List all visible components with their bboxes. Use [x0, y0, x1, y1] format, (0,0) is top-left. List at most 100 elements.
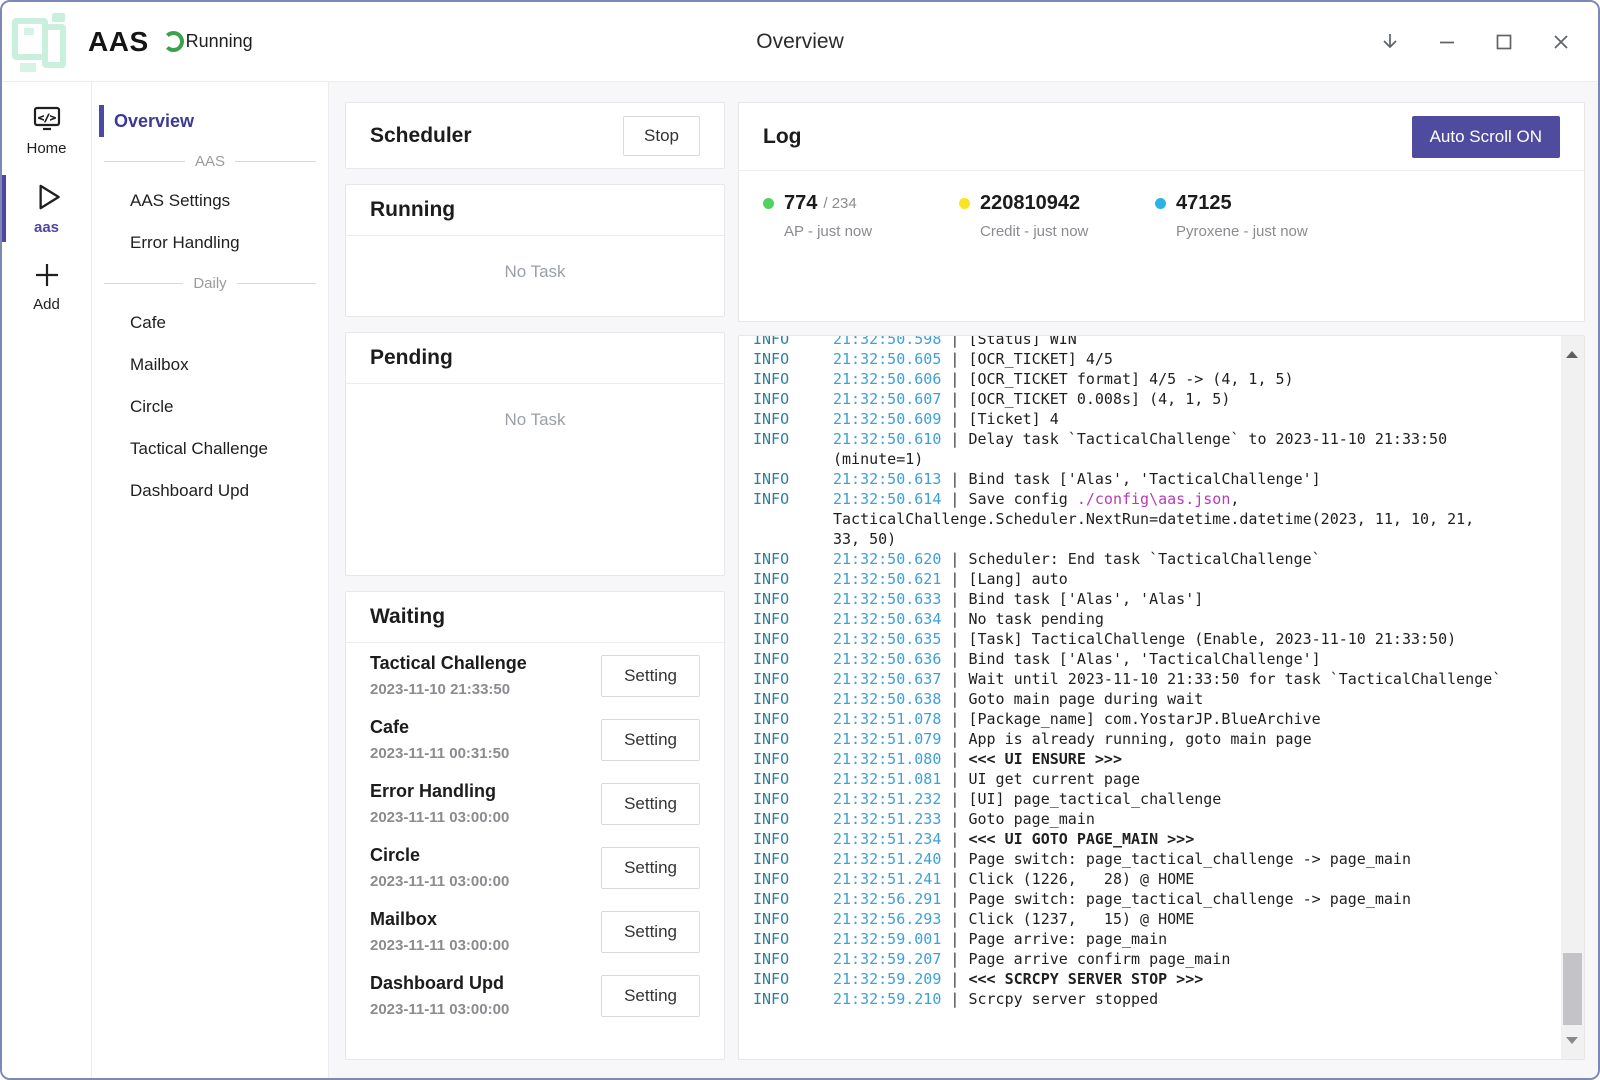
log-message-cont: (minute=1): [833, 450, 923, 468]
log-timestamp: 21:32:50.598: [833, 335, 941, 348]
log-level: INFO: [753, 629, 833, 649]
log-level: INFO: [753, 429, 833, 449]
pending-title: Pending: [370, 346, 453, 370]
app-window: AAS Running Overview </>: [0, 0, 1600, 1080]
scroll-up-arrow-icon[interactable]: [1566, 351, 1578, 358]
scheduler-stop-button[interactable]: Stop: [623, 116, 700, 156]
log-message: <<< UI ENSURE >>>: [968, 750, 1122, 768]
log-line: INFO21:32:51.234 | <<< UI GOTO PAGE_MAIN…: [753, 829, 1556, 849]
log-level: INFO: [753, 949, 833, 969]
stat-label: Pyroxene - just now: [1176, 223, 1351, 240]
window-controls: [1377, 29, 1574, 55]
nav-section-label: Daily: [193, 275, 226, 292]
log-separator: |: [941, 410, 968, 428]
close-button[interactable]: [1548, 29, 1574, 55]
log-message: Click (1226, 28) @ HOME: [968, 870, 1194, 888]
task-setting-button[interactable]: Setting: [601, 911, 700, 953]
log-timestamp: 21:32:59.210: [833, 990, 941, 1008]
left-rail: </> Home aas Add: [2, 82, 92, 1078]
rail-item-home[interactable]: </> Home: [2, 102, 91, 157]
task-info: Dashboard Upd 2023-11-11 03:00:00: [370, 973, 509, 1018]
log-title: Log: [763, 125, 801, 149]
task-info: Error Handling2023-11-11 03:00:00: [370, 781, 509, 826]
log-scrollbar[interactable]: [1561, 336, 1584, 1059]
task-next-run: 2023-11-11 03:00:00: [370, 873, 509, 890]
play-icon: [29, 179, 65, 215]
log-line: INFO21:32:56.291 | Page switch: page_tac…: [753, 889, 1556, 909]
plus-icon: [30, 258, 64, 292]
task-next-run: 2023-11-11 03:00:00: [370, 1001, 509, 1018]
nav-item-cafe[interactable]: Cafe: [92, 302, 328, 344]
task-setting-button[interactable]: Setting: [601, 655, 700, 697]
waiting-task-row: Dashboard Upd 2023-11-11 03:00:00 Setting: [346, 963, 724, 1027]
stat-top: 220810942: [959, 192, 1155, 215]
task-setting-button[interactable]: Setting: [601, 719, 700, 761]
log-timestamp: 21:32:51.233: [833, 810, 941, 828]
nav-item-dashboard-upd[interactable]: Dashboard Upd: [92, 470, 328, 512]
log-timestamp: 21:32:50.636: [833, 650, 941, 668]
rail-item-aas[interactable]: aas: [2, 179, 91, 236]
log-message: Delay task `TacticalChallenge` to 2023-1…: [968, 430, 1447, 448]
log-level: INFO: [753, 589, 833, 609]
maximize-button[interactable]: [1491, 29, 1517, 55]
log-level: INFO: [753, 769, 833, 789]
nav-item-mailbox[interactable]: Mailbox: [92, 344, 328, 386]
scheduler-status-label: Running: [186, 31, 253, 52]
log-line: INFO21:32:50.634 | No task pending: [753, 609, 1556, 629]
task-name: Mailbox: [370, 909, 509, 930]
log-level: INFO: [753, 489, 833, 509]
task-name: Dashboard Upd: [370, 973, 509, 994]
log-message: [Status] WIN: [968, 335, 1076, 348]
hide-to-tray-button[interactable]: [1377, 29, 1403, 55]
log-separator: |: [941, 335, 968, 348]
pending-empty-label: No Task: [346, 384, 724, 430]
log-separator: |: [941, 750, 968, 768]
log-message: [OCR_TICKET format] 4/5 -> (4, 1, 5): [968, 370, 1293, 388]
log-line: INFO21:32:50.613 | Bind task ['Alas', 'T…: [753, 469, 1556, 489]
log-timestamp: 21:32:50.633: [833, 590, 941, 608]
nav-item-overview[interactable]: Overview: [92, 100, 328, 142]
log-separator: |: [941, 630, 968, 648]
task-setting-button[interactable]: Setting: [601, 975, 700, 1017]
log-message: Scheduler: End task `TacticalChallenge`: [968, 550, 1320, 568]
close-icon: [1549, 30, 1573, 54]
nav-item-circle[interactable]: Circle: [92, 386, 328, 428]
log-line: INFO21:32:59.001 | Page arrive: page_mai…: [753, 929, 1556, 949]
log-message: [Package_name] com.YostarJP.BlueArchive: [968, 710, 1320, 728]
nav-item-error-handling[interactable]: Error Handling: [92, 222, 328, 264]
log-line: 33, 50): [753, 529, 1556, 549]
log-timestamp: 21:32:56.293: [833, 910, 941, 928]
task-next-run: 2023-11-11 03:00:00: [370, 937, 509, 954]
log-timestamp: 21:32:51.081: [833, 770, 941, 788]
log-message: Wait until 2023-11-10 21:33:50 for task …: [968, 670, 1501, 688]
log-level: INFO: [753, 669, 833, 689]
waiting-task-row: Tactical Challenge2023-11-10 21:33:50 Set…: [346, 643, 724, 707]
log-timestamp: 21:32:59.207: [833, 950, 941, 968]
task-setting-button[interactable]: Setting: [601, 783, 700, 825]
scroll-down-arrow-icon[interactable]: [1566, 1037, 1578, 1044]
log-line: INFO21:32:59.207 | Page arrive confirm p…: [753, 949, 1556, 969]
nav-item-aas-settings[interactable]: AAS Settings: [92, 180, 328, 222]
waiting-task-row: Cafe2023-11-11 00:31:50Setting: [346, 707, 724, 771]
log-line: INFO21:32:50.638 | Goto main page during…: [753, 689, 1556, 709]
task-setting-button[interactable]: Setting: [601, 847, 700, 889]
stat-top: 47125: [1155, 192, 1351, 215]
log-message: [Task] TacticalChallenge (Enable, 2023-1…: [968, 630, 1456, 648]
log-timestamp: 21:32:50.607: [833, 390, 941, 408]
auto-scroll-toggle-button[interactable]: Auto Scroll ON: [1412, 116, 1560, 158]
nav-item-tactical-challenge[interactable]: Tactical Challenge: [92, 428, 328, 470]
log-line: INFO21:32:59.210 | Scrcpy server stopped: [753, 989, 1556, 1009]
log-separator: |: [941, 430, 968, 448]
task-info: Tactical Challenge2023-11-10 21:33:50: [370, 653, 527, 698]
rail-item-add[interactable]: Add: [2, 258, 91, 313]
scrollbar-thumb[interactable]: [1563, 953, 1582, 1025]
task-name: Circle: [370, 845, 509, 866]
log-line: INFO21:32:51.241 | Click (1226, 28) @ HO…: [753, 869, 1556, 889]
log-level: INFO: [753, 469, 833, 489]
stat-value: 220810942: [980, 192, 1080, 215]
minimize-button[interactable]: [1434, 29, 1460, 55]
log-message: [Lang] auto: [968, 570, 1067, 588]
task-next-run: 2023-11-11 03:00:00: [370, 809, 509, 826]
log-timestamp: 21:32:50.610: [833, 430, 941, 448]
log-level: INFO: [753, 929, 833, 949]
